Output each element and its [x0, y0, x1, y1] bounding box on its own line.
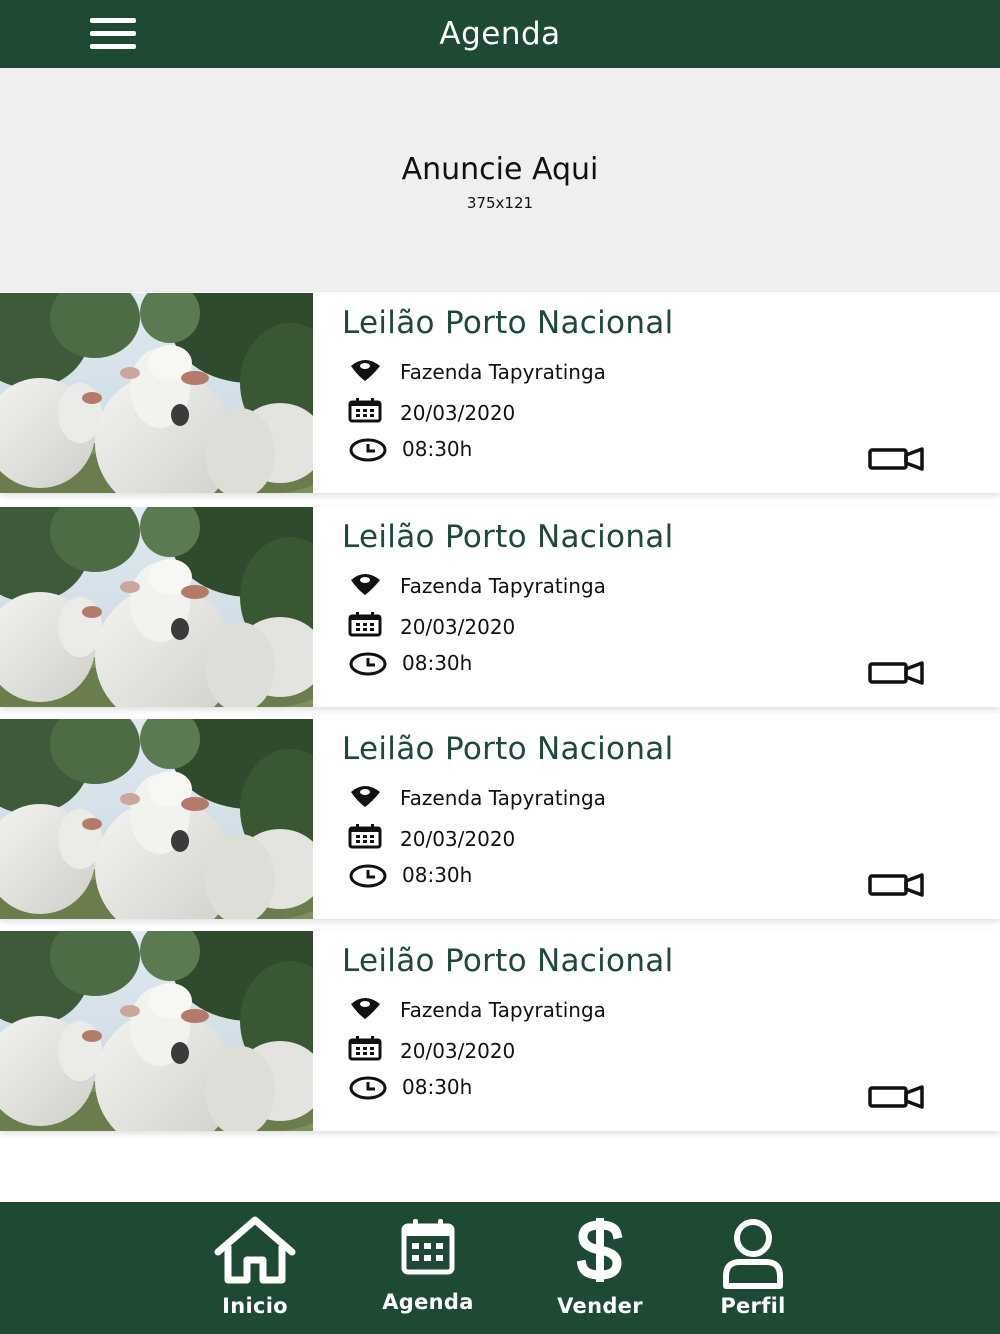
- video-camera-icon[interactable]: [866, 1081, 928, 1111]
- calendar-icon: [348, 398, 382, 423]
- event-card[interactable]: Leilão Porto Nacional Fazenda Tapyrating…: [0, 719, 1000, 919]
- event-title: Leilão Porto Nacional: [342, 943, 674, 979]
- event-location: Fazenda Tapyratinga: [400, 786, 606, 810]
- event-location: Fazenda Tapyratinga: [400, 360, 606, 384]
- calendar-icon: [348, 1036, 382, 1061]
- event-title: Leilão Porto Nacional: [342, 305, 674, 341]
- location-pin-icon: [351, 574, 380, 595]
- dollar-icon: [577, 1218, 623, 1282]
- ad-banner-size: 375x121: [466, 194, 534, 212]
- event-location: Fazenda Tapyratinga: [400, 998, 606, 1022]
- event-card[interactable]: Leilão Porto Nacional Fazenda Tapyrating…: [0, 293, 1000, 493]
- nav-item-perfil[interactable]: Perfil: [683, 1202, 823, 1334]
- event-date: 20/03/2020: [400, 615, 516, 639]
- nav-item-agenda[interactable]: Agenda: [358, 1202, 498, 1334]
- location-pin-icon: [351, 998, 380, 1019]
- event-thumbnail-cattle: [0, 931, 313, 1131]
- ad-banner-title: Anuncie Aqui: [401, 152, 599, 187]
- event-thumbnail-cattle: [0, 719, 313, 919]
- event-date: 20/03/2020: [400, 401, 516, 425]
- calendar-icon: [401, 1219, 455, 1275]
- clock-icon: [349, 652, 387, 676]
- home-icon: [214, 1216, 296, 1284]
- nav-label-vender: Vender: [557, 1294, 643, 1318]
- clock-icon: [349, 864, 387, 888]
- event-date: 20/03/2020: [400, 827, 516, 851]
- event-title: Leilão Porto Nacional: [342, 519, 674, 555]
- top-app-bar: Agenda: [0, 0, 1000, 68]
- event-card[interactable]: Leilão Porto Nacional Fazenda Tapyrating…: [0, 931, 1000, 1131]
- nav-label-perfil: Perfil: [720, 1294, 786, 1318]
- calendar-icon: [348, 824, 382, 849]
- bottom-navigation: Inicio Agenda Vender Perfil: [0, 1202, 1000, 1334]
- event-time: 08:30h: [402, 1075, 473, 1099]
- app-screen: Agenda Anuncie Aqui 375x121 Leilão Porto…: [0, 0, 1000, 1334]
- event-title: Leilão Porto Nacional: [342, 731, 674, 767]
- location-pin-icon: [351, 786, 380, 807]
- nav-label-inicio: Inicio: [222, 1294, 288, 1318]
- user-icon: [723, 1219, 783, 1289]
- event-time: 08:30h: [402, 437, 473, 461]
- page-title: Agenda: [439, 16, 561, 52]
- event-card[interactable]: Leilão Porto Nacional Fazenda Tapyrating…: [0, 507, 1000, 707]
- clock-icon: [349, 1076, 387, 1100]
- video-camera-icon[interactable]: [866, 443, 928, 473]
- location-pin-icon: [351, 360, 380, 381]
- event-time: 08:30h: [402, 651, 473, 675]
- calendar-icon: [348, 612, 382, 637]
- nav-item-vender[interactable]: Vender: [530, 1202, 670, 1334]
- event-thumbnail-cattle: [0, 507, 313, 707]
- nav-label-agenda: Agenda: [382, 1290, 474, 1314]
- event-thumbnail-cattle: [0, 293, 313, 493]
- video-camera-icon[interactable]: [866, 657, 928, 687]
- nav-item-inicio[interactable]: Inicio: [185, 1202, 325, 1334]
- event-date: 20/03/2020: [400, 1039, 516, 1063]
- ad-banner[interactable]: Anuncie Aqui 375x121: [0, 68, 1000, 292]
- clock-icon: [349, 438, 387, 462]
- video-camera-icon[interactable]: [866, 869, 928, 899]
- event-time: 08:30h: [402, 863, 473, 887]
- event-location: Fazenda Tapyratinga: [400, 574, 606, 598]
